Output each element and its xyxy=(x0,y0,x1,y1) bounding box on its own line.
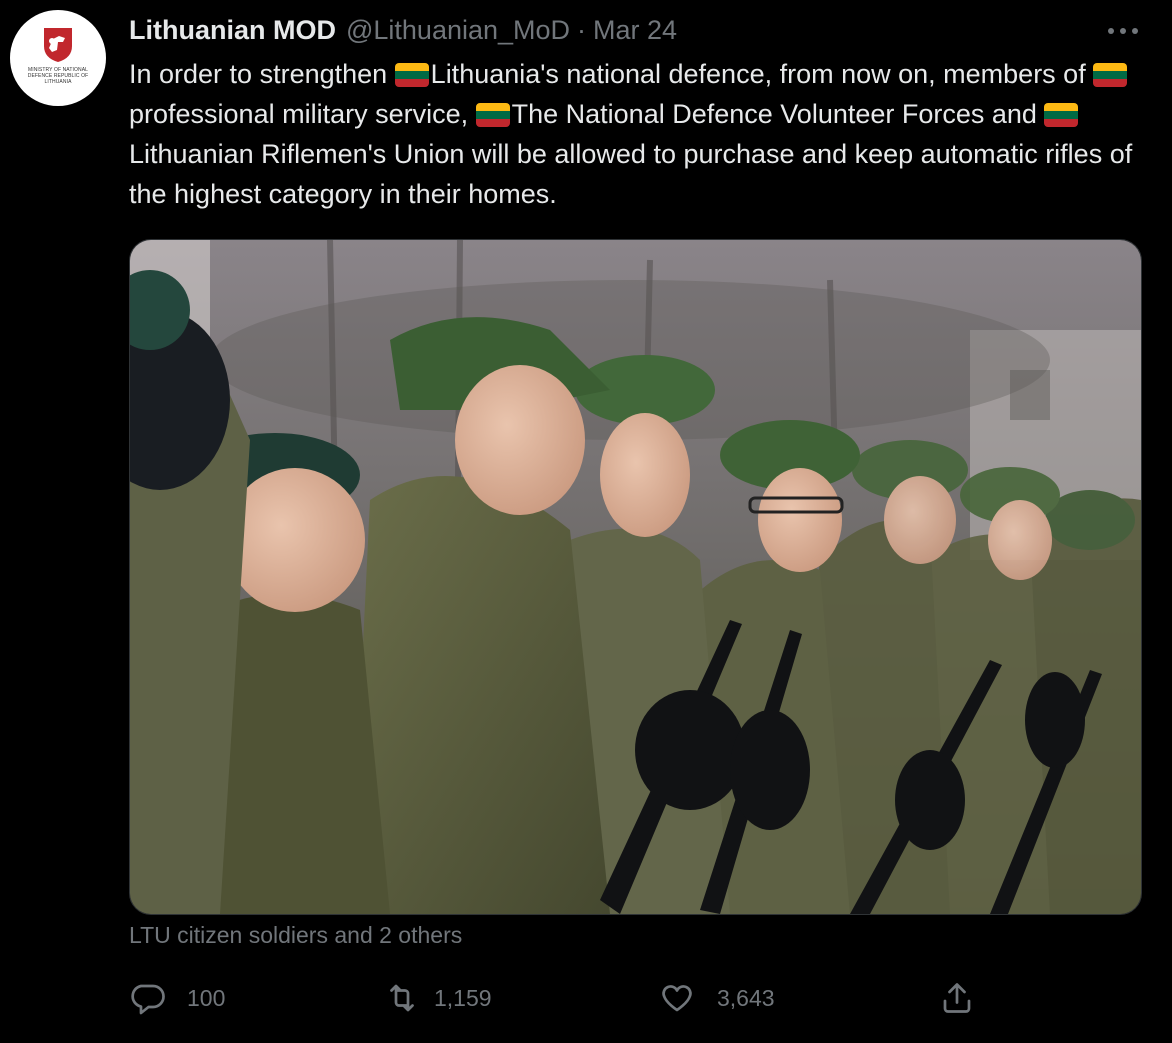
tweet-text-segment: Lithuanian Riflemen's Union will be allo… xyxy=(129,139,1133,209)
ministry-crest-icon xyxy=(44,28,72,62)
reply-count: 100 xyxy=(187,984,226,1011)
lithuania-flag-icon xyxy=(394,63,429,87)
retweet-count: 1,159 xyxy=(434,984,492,1011)
tweet-text: In order to strengthen Lithuania's natio… xyxy=(129,54,1149,214)
tweet-text-segment: professional military service, xyxy=(129,99,476,129)
tweet-date[interactable]: Mar 24 xyxy=(593,15,677,46)
heart-icon xyxy=(662,985,692,1012)
retweet-icon xyxy=(390,984,414,1012)
tweet-text-segment: The National Defence Volunteer Forces an… xyxy=(511,99,1045,129)
more-options-icon xyxy=(1108,28,1138,34)
tweet-header: Lithuanian MOD @Lithuanian_MoD · Mar 24 xyxy=(129,10,677,50)
share-icon xyxy=(943,983,971,1013)
author-display-name[interactable]: Lithuanian MOD xyxy=(129,15,336,46)
separator-dot: · xyxy=(577,14,587,45)
action-bar: 100 1,159 3,643 xyxy=(129,975,989,1021)
tweet-text-segment: In order to strengthen xyxy=(129,59,395,89)
lithuania-flag-icon xyxy=(1093,63,1128,87)
like-count: 3,643 xyxy=(717,984,775,1011)
share-button[interactable] xyxy=(939,975,975,1021)
author-handle[interactable]: @Lithuanian_MoD xyxy=(346,15,570,46)
tagged-users-link[interactable]: LTU citizen soldiers and 2 others xyxy=(129,922,462,949)
tweet-photo[interactable] xyxy=(129,239,1142,915)
avatar-caption: Ministry of National Defence Republic of… xyxy=(27,67,89,85)
retweet-button[interactable]: 1,159 xyxy=(384,975,492,1021)
lithuania-flag-icon xyxy=(1044,103,1079,127)
soldiers-in-formation-photo xyxy=(130,240,1141,914)
more-options-button[interactable] xyxy=(1106,18,1140,44)
reply-icon xyxy=(131,984,165,1015)
tweet-text-segment: Lithuania's national defence, from now o… xyxy=(430,59,1094,89)
tweet[interactable]: Ministry of National Defence Republic of… xyxy=(0,0,1172,1043)
lithuania-flag-icon xyxy=(475,103,510,127)
like-button[interactable]: 3,643 xyxy=(659,975,775,1021)
reply-button[interactable]: 100 xyxy=(129,975,225,1021)
author-avatar[interactable]: Ministry of National Defence Republic of… xyxy=(10,10,106,106)
